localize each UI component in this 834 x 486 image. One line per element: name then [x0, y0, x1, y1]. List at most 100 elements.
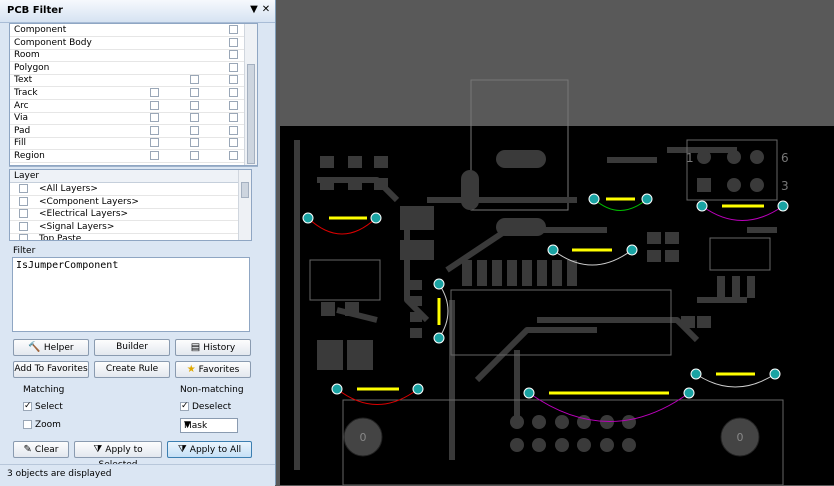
object-kind-row[interactable]: Room	[10, 49, 257, 63]
object-kind-checkbox[interactable]	[229, 88, 238, 97]
clear-button[interactable]: ✎ Clear	[13, 441, 69, 458]
matching-label: Matching	[23, 385, 65, 395]
layer-label: <Component Layers>	[39, 196, 139, 207]
layer-row[interactable]: Top Paste	[10, 233, 251, 241]
object-kind-checkbox[interactable]	[150, 125, 159, 135]
add-to-favorites-button[interactable]: Add To Favorites	[13, 361, 89, 378]
layer-label: Top Paste	[39, 234, 82, 241]
object-kind-row[interactable]: Fill	[10, 137, 257, 151]
status-text: 3 objects are displayed	[7, 469, 112, 479]
layer-row[interactable]: <Signal Layers>	[10, 221, 251, 234]
object-kind-row[interactable]: Track	[10, 87, 257, 100]
object-kind-checkbox[interactable]	[229, 113, 238, 123]
pcb-canvas[interactable]: 0 0 1 6 3	[277, 0, 834, 485]
history-icon: ▤	[190, 342, 201, 353]
object-kind-row[interactable]: Polygon	[10, 62, 257, 75]
layer-checkbox[interactable]	[19, 196, 28, 206]
object-list-scrollbar[interactable]	[244, 24, 257, 165]
svg-text:0: 0	[737, 431, 744, 444]
zoom-checkbox[interactable]	[23, 420, 32, 429]
select-checkbox[interactable]: ✓	[23, 401, 32, 411]
object-kind-checkbox[interactable]	[229, 62, 238, 72]
zoom-label: Zoom	[35, 420, 61, 430]
svg-text:0: 0	[360, 431, 367, 444]
object-kind-label: Arc	[14, 100, 29, 111]
deselect-label: Deselect	[192, 402, 232, 412]
object-kind-label: Pad	[14, 125, 31, 136]
object-kind-checkbox[interactable]	[229, 138, 238, 148]
object-kind-checkbox[interactable]	[150, 138, 159, 148]
object-kind-checkbox[interactable]	[190, 100, 199, 110]
object-kind-row[interactable]: Arc	[10, 100, 257, 113]
favorites-button[interactable]: ★ Favorites	[175, 361, 251, 378]
object-kind-checkbox[interactable]	[229, 125, 238, 135]
apply-to-all-button[interactable]: ⧩ Apply to All	[167, 441, 252, 458]
layer-list[interactable]: Layer <All Layers> <Component Layers> <Ele…	[9, 169, 252, 241]
builder-button[interactable]: Builder	[94, 339, 170, 356]
svg-text:6: 6	[781, 151, 789, 165]
object-kind-row[interactable]: Text	[10, 74, 257, 88]
panel-titlebar: PCB Filter ▼ ✕	[0, 0, 275, 23]
layer-label: <Electrical Layers>	[39, 209, 129, 220]
object-kind-row[interactable]: Pad	[10, 125, 257, 138]
object-kind-checkbox[interactable]	[150, 151, 159, 160]
svg-text:1: 1	[686, 151, 694, 165]
funnel-icon: ⧩	[177, 444, 187, 455]
object-kind-label: Region	[14, 151, 45, 161]
layer-row[interactable]: <Electrical Layers>	[10, 208, 251, 222]
star-icon: ★	[186, 364, 196, 375]
filter-query-input[interactable]: IsJumperComponent	[12, 257, 250, 332]
history-button[interactable]: ▤ History	[175, 339, 251, 356]
object-kind-checkbox[interactable]	[190, 138, 199, 148]
object-kind-checkbox[interactable]	[150, 113, 159, 123]
layer-row[interactable]: <All Layers>	[10, 183, 251, 196]
non-matching-mode-select[interactable]: Mask ▼	[180, 418, 238, 433]
apply-to-selected-button[interactable]: ⧩Apply to Selected	[74, 441, 162, 470]
object-kind-checkbox[interactable]	[190, 88, 199, 97]
clear-icon: ✎	[23, 444, 32, 455]
layer-list-scrollbar[interactable]	[238, 170, 251, 240]
object-kind-label: Room	[14, 50, 40, 61]
object-kind-row[interactable]: Component Body	[10, 37, 257, 50]
object-kind-checkbox[interactable]	[229, 100, 238, 110]
close-icon[interactable]: ✕	[260, 4, 272, 16]
chevron-down-icon: ▼	[184, 420, 191, 430]
layer-checkbox[interactable]	[19, 234, 28, 240]
object-kind-row[interactable]: Region	[10, 150, 257, 163]
select-label: Select	[35, 402, 63, 412]
create-rule-button[interactable]: Create Rule	[94, 361, 170, 378]
layer-label: <All Layers>	[39, 184, 98, 194]
layer-checkbox[interactable]	[19, 184, 28, 193]
object-kind-checkbox[interactable]	[190, 125, 199, 135]
object-kind-checkbox[interactable]	[150, 100, 159, 110]
object-kind-checkbox[interactable]	[229, 37, 238, 47]
panel-menu-icon[interactable]: ▼	[248, 4, 260, 16]
object-kind-checkbox[interactable]	[229, 50, 238, 60]
deselect-checkbox[interactable]: ✓	[180, 401, 189, 411]
status-bar: 3 objects are displayed	[0, 464, 275, 486]
object-kind-label: Fill	[14, 138, 27, 149]
layer-checkbox[interactable]	[19, 209, 28, 219]
object-kind-checkbox[interactable]	[229, 75, 238, 85]
object-kind-checkbox[interactable]	[229, 151, 238, 160]
object-kind-checkbox[interactable]	[229, 25, 238, 34]
funnel-icon: ⧩	[93, 444, 103, 455]
layer-row[interactable]: <Component Layers>	[10, 196, 251, 209]
helper-button[interactable]: 🔨 Helper	[13, 339, 89, 356]
object-kind-list[interactable]: Component Component Body Room Polygon Text Tr…	[9, 23, 258, 166]
filter-label: Filter	[13, 246, 36, 256]
layer-checkbox[interactable]	[19, 221, 28, 231]
object-kind-label: Polygon	[14, 62, 50, 73]
object-kind-row[interactable]: Via	[10, 112, 257, 126]
object-kind-checkbox[interactable]	[150, 88, 159, 97]
non-matching-label: Non-matching	[180, 385, 244, 395]
object-kind-row[interactable]: Component	[10, 24, 257, 37]
object-kind-checkbox[interactable]	[190, 151, 199, 160]
object-kind-label: Component	[14, 25, 67, 35]
object-kind-checkbox[interactable]	[190, 75, 199, 85]
object-kind-label: Via	[14, 113, 28, 124]
pcb-filter-panel: PCB Filter ▼ ✕ Component Component Body Ro…	[0, 0, 276, 486]
object-kind-label: Text	[14, 75, 33, 86]
object-kind-checkbox[interactable]	[190, 113, 199, 123]
object-kind-label: Component Body	[14, 37, 92, 48]
